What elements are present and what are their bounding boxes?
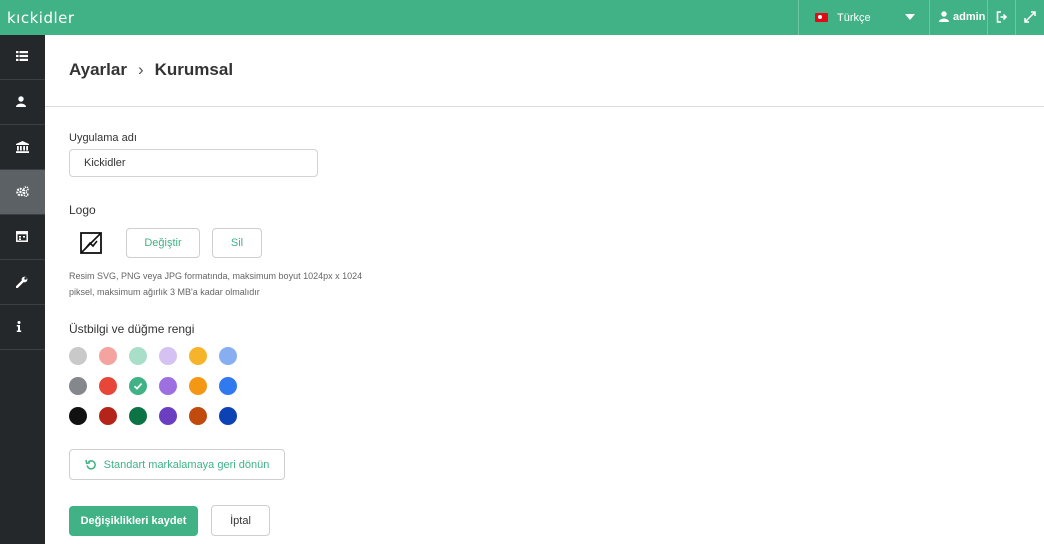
color-swatch[interactable] xyxy=(189,377,207,395)
check-icon xyxy=(133,383,143,390)
color-swatch[interactable] xyxy=(99,347,117,365)
color-swatch[interactable] xyxy=(189,347,207,365)
expand-icon xyxy=(1024,11,1036,23)
logout-button[interactable] xyxy=(987,0,1016,35)
refresh-icon xyxy=(84,459,96,470)
language-label: Türkçe xyxy=(837,12,871,24)
logo-label: Logo xyxy=(69,203,96,217)
sidebar-item-calendar[interactable] xyxy=(0,215,45,260)
reset-branding-button[interactable]: Standart markalamaya geri dönün xyxy=(69,449,285,480)
no-image-icon xyxy=(80,232,102,254)
gears-icon xyxy=(16,186,29,197)
user-name: admin xyxy=(953,11,986,23)
color-swatch[interactable] xyxy=(159,377,177,395)
sidebar xyxy=(0,35,45,544)
color-swatch[interactable] xyxy=(99,407,117,425)
user-icon xyxy=(939,11,949,22)
color-swatch[interactable] xyxy=(99,377,117,395)
page-title: Kurumsal xyxy=(154,60,234,79)
logo-help-text: Resim SVG, PNG veya JPG formatında, maks… xyxy=(69,271,363,297)
fullscreen-button[interactable] xyxy=(1015,0,1044,35)
color-swatch[interactable] xyxy=(159,347,177,365)
save-button[interactable]: Değişiklikleri kaydet xyxy=(69,506,198,536)
change-logo-button[interactable]: Değiştir xyxy=(126,228,200,258)
color-swatch[interactable] xyxy=(129,347,147,365)
sign-out-icon xyxy=(996,11,1008,23)
color-label: Üstbilgi ve düğme rengi xyxy=(69,322,195,336)
breadcrumb: Ayarlar › Kurumsal xyxy=(69,60,233,80)
breadcrumb-parent[interactable]: Ayarlar xyxy=(69,60,127,79)
app-name-label: Uygulama adı xyxy=(69,132,137,144)
caret-down-icon xyxy=(905,14,915,20)
sidebar-item-info[interactable] xyxy=(0,305,45,350)
color-swatch[interactable] xyxy=(189,407,207,425)
color-swatch[interactable] xyxy=(219,377,237,395)
color-swatch[interactable] xyxy=(219,347,237,365)
top-bar: kıckidler Türkçe admin xyxy=(0,0,1044,35)
delete-logo-button[interactable]: Sil xyxy=(212,228,262,258)
color-swatch-selected[interactable] xyxy=(129,377,147,395)
app-name-input[interactable] xyxy=(69,149,318,177)
user-icon xyxy=(16,96,26,107)
color-swatch[interactable] xyxy=(159,407,177,425)
wrench-icon xyxy=(16,276,28,288)
calendar-icon xyxy=(16,231,28,242)
color-swatch[interactable] xyxy=(69,347,87,365)
list-icon xyxy=(16,51,28,61)
sidebar-item-list[interactable] xyxy=(0,35,45,80)
language-selector[interactable]: Türkçe xyxy=(798,0,930,35)
reset-branding-label: Standart markalamaya geri dönün xyxy=(103,458,270,471)
info-icon xyxy=(16,321,22,332)
color-swatch[interactable] xyxy=(219,407,237,425)
user-menu[interactable]: admin xyxy=(929,0,987,35)
color-swatch[interactable] xyxy=(69,377,87,395)
header-divider xyxy=(45,106,1044,107)
color-swatch[interactable] xyxy=(69,407,87,425)
turkey-flag-icon xyxy=(815,13,828,22)
chevron-right-icon: › xyxy=(137,60,144,79)
color-swatch[interactable] xyxy=(129,407,147,425)
app-logo[interactable]: kıckidler xyxy=(7,9,75,27)
bank-icon xyxy=(16,141,29,153)
sidebar-item-organization[interactable] xyxy=(0,125,45,170)
cancel-button[interactable]: İptal xyxy=(211,505,270,536)
sidebar-item-tools[interactable] xyxy=(0,260,45,305)
sidebar-item-settings[interactable] xyxy=(0,170,45,215)
sidebar-item-users[interactable] xyxy=(0,80,45,125)
